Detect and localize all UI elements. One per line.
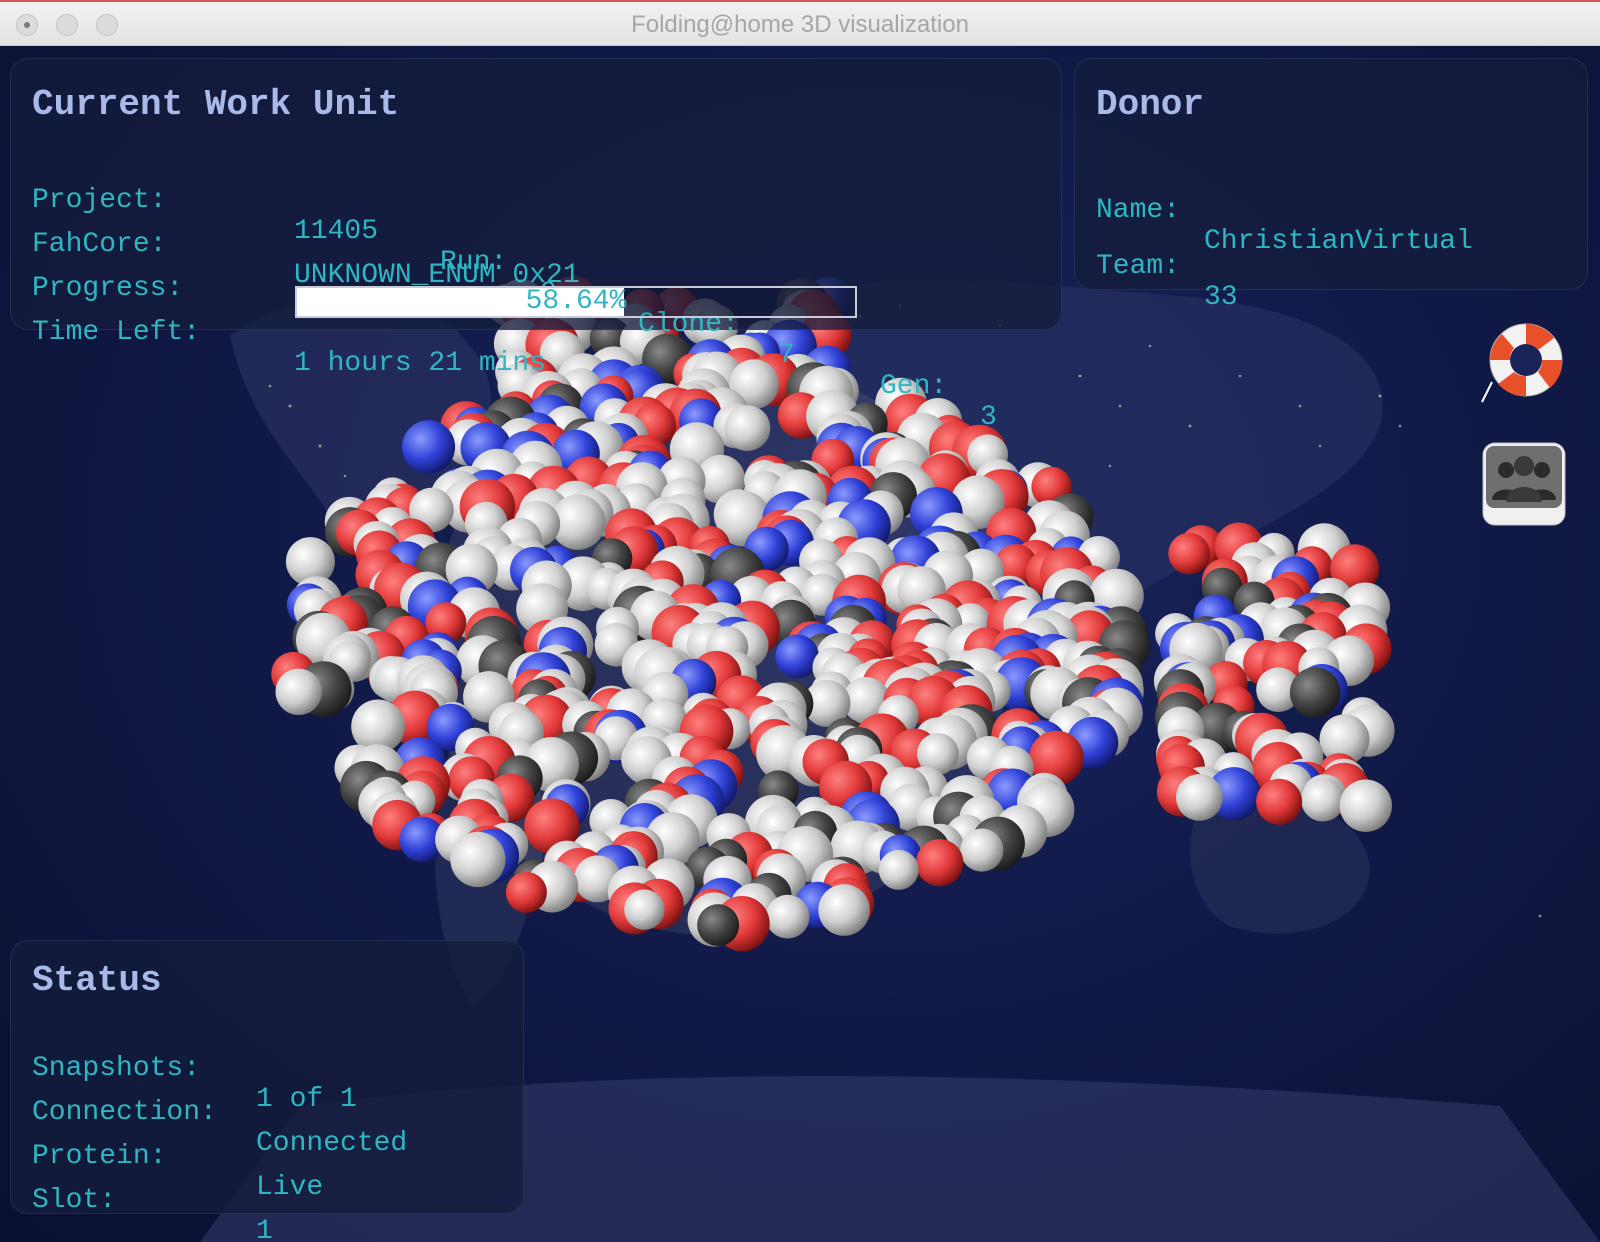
gen-label: Gen: [880,371,948,402]
title-bar: Folding@home 3D visualization [0,0,1600,46]
snapshots-value: 1 of 1 [256,1084,357,1115]
window-title: Folding@home 3D visualization [631,11,969,38]
project-value: 11405 [294,216,379,247]
atom-sphere [401,420,456,474]
atom-sphere [1168,532,1211,575]
atom-sphere [1256,778,1303,825]
clone-value: 7 [778,340,795,371]
atom-sphere [1176,774,1223,821]
work-unit-title: Current Work Unit [32,84,400,125]
donor-team-label: Team: [1096,251,1181,282]
progress-text: 58.64% [525,286,627,317]
atom-sphere [775,634,819,679]
work-unit-panel: Current Work Unit Project: 11405 Run: 0 … [10,58,1062,433]
visualization-viewport[interactable]: Current Work Unit Project: 11405 Run: 0 … [0,46,1600,1242]
donor-panel: Donor Name: ChristianVirtual Team: 33 [1074,58,1588,313]
slot-label: Slot: [32,1185,117,1216]
status-title: Status [32,960,162,1001]
atom-sphere [1339,779,1393,832]
connection-value: Connected [256,1128,408,1159]
status-panel: Status Snapshots: 1 of 1 Connection: Con… [10,940,524,1242]
atom-sphere [505,871,547,913]
donor-name-value: ChristianVirtual [1204,226,1473,257]
time-left-label: Time Left: [32,317,201,348]
atom-sphere [1289,667,1341,718]
slot-value: 1 [256,1216,273,1242]
atom-sphere [275,668,322,715]
atom-sphere [765,894,810,939]
progress-bar: 58.64% [295,286,857,318]
atom-sphere [916,839,964,887]
atom-sphere [697,904,740,947]
lifebuoy-icon[interactable] [1480,318,1570,408]
atom-sphere [818,884,870,936]
donor-team-value: 33 [1204,282,1238,313]
atom-sphere [624,889,665,930]
atom-sphere [450,831,506,888]
time-left-value: 1 hours 21 mins [294,348,547,379]
atom-sphere [960,828,1004,872]
protein-value: Live [256,1172,324,1203]
atom-sphere [1301,777,1345,822]
app-window: Folding@home 3D visualization Current Wo… [0,0,1600,1242]
team-icon[interactable] [1482,442,1566,526]
atom-sphere [724,405,771,451]
atom-sphere [878,849,919,890]
donor-title: Donor [1096,84,1205,125]
gen-value: 3 [980,402,997,433]
